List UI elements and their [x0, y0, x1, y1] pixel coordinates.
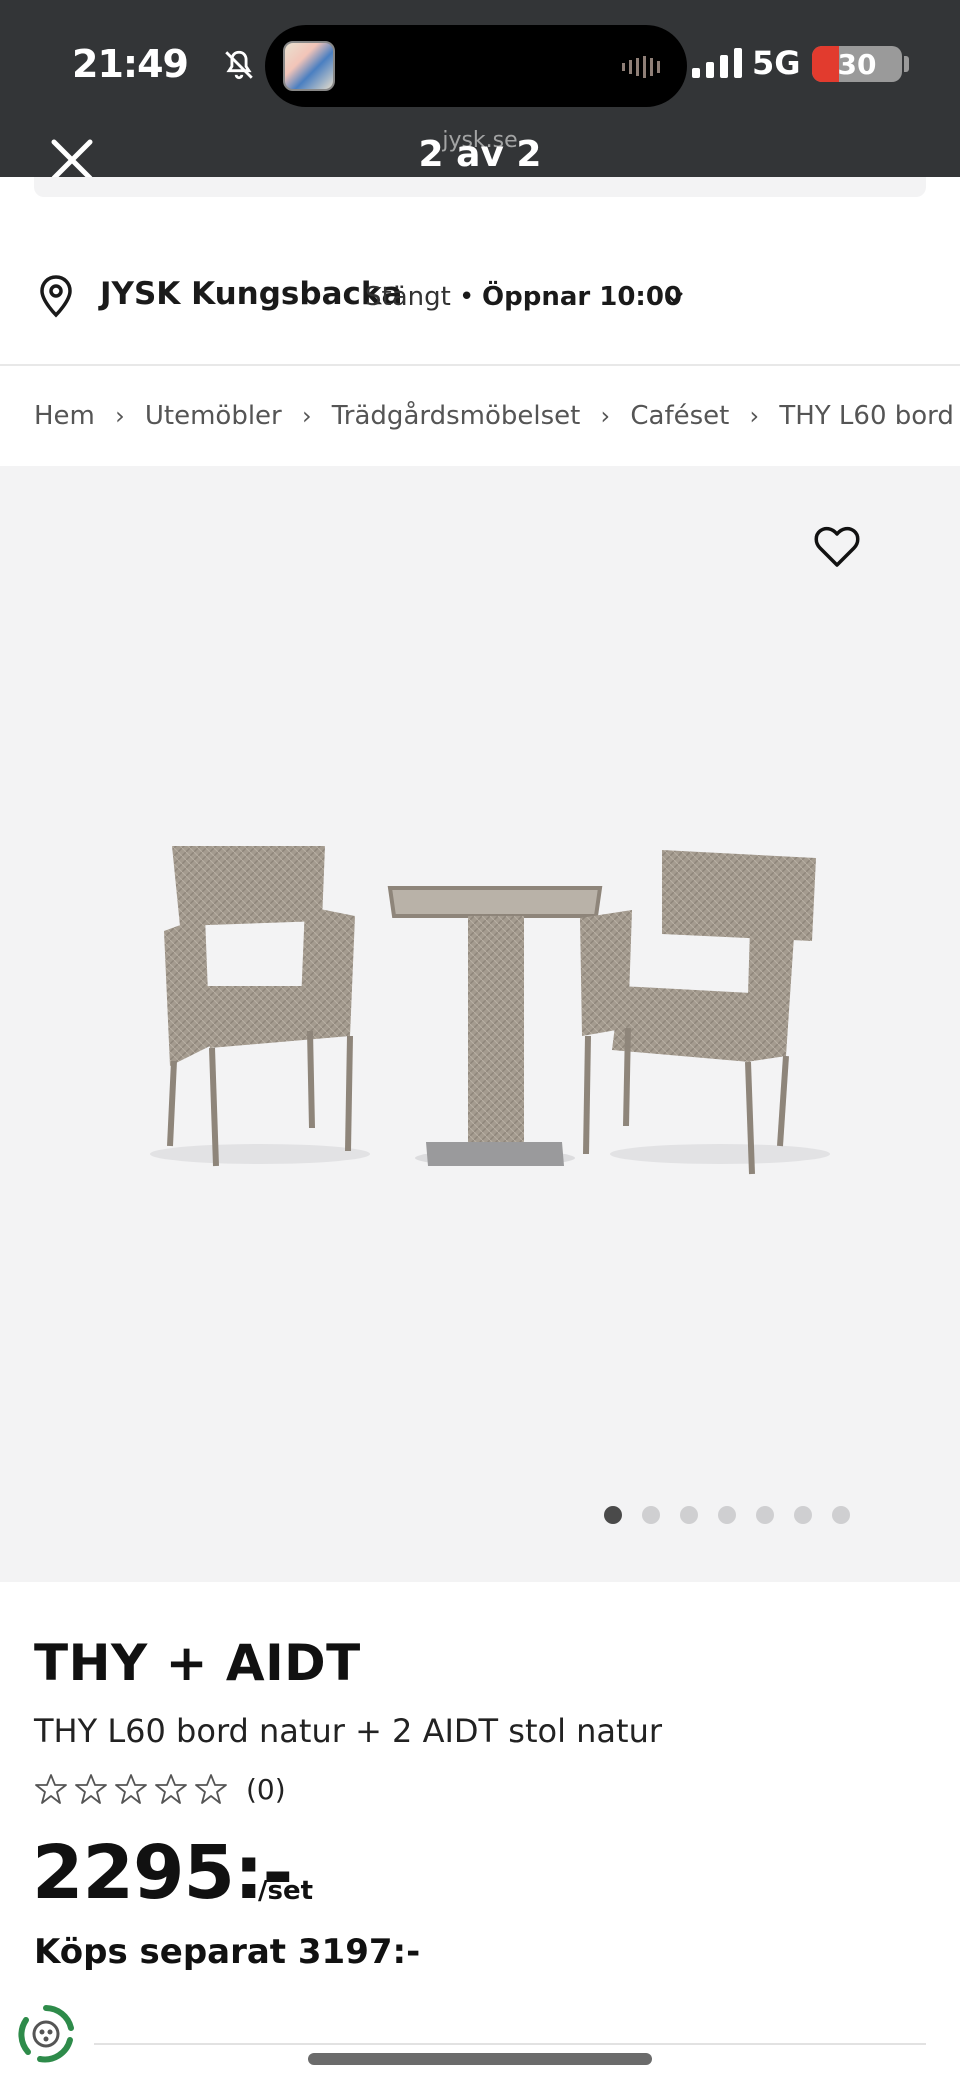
page-counter: 2 av 2	[418, 134, 542, 175]
breadcrumb-separator: ›	[115, 402, 125, 430]
product-gallery[interactable]	[0, 466, 960, 1582]
signal-icon	[692, 48, 742, 78]
star-icon	[115, 1774, 147, 1804]
breadcrumb-item-cafeset[interactable]: Caféset	[630, 401, 729, 431]
star-icon	[155, 1774, 187, 1804]
divider	[94, 2043, 926, 2045]
product-image-cafe-set	[150, 846, 830, 1175]
battery-level: 30	[837, 48, 877, 81]
breadcrumb-item-utemobler[interactable]: Utemöbler	[145, 401, 282, 431]
store-name: JYSK Kungsbacka	[100, 276, 403, 312]
network-label: 5G	[752, 44, 801, 82]
battery-nub	[904, 56, 909, 72]
breadcrumb-separator: ›	[749, 402, 760, 430]
table	[387, 886, 603, 1166]
price-unit: /set	[258, 1876, 314, 1906]
gallery-dot[interactable]	[832, 1506, 850, 1524]
top-bar: 21:49 5G 30 jysk.se 2 av 2	[0, 0, 960, 181]
breadcrumb-item-current[interactable]: THY L60 bord	[779, 401, 954, 431]
store-separator: •	[459, 282, 475, 312]
bell-slash-icon	[225, 50, 253, 80]
chevron-down-icon[interactable]	[663, 290, 685, 304]
star-icon	[195, 1774, 227, 1804]
rating-count: (0)	[246, 1772, 286, 1806]
home-indicator[interactable]	[308, 2053, 652, 2065]
now-playing-artwork	[283, 41, 335, 91]
left-chair	[164, 846, 355, 1167]
store-selector[interactable]: JYSK Kungsbacka Stängt • Öppnar 10:00	[0, 256, 960, 340]
gallery-dot[interactable]	[642, 1506, 660, 1524]
breadcrumb-separator: ›	[301, 402, 312, 430]
gallery-dot[interactable]	[680, 1506, 698, 1524]
location-pin-icon	[40, 275, 72, 318]
audio-wave-icon	[622, 56, 660, 78]
product-price: 2295:-	[32, 1830, 293, 1916]
breadcrumb-item-tradgardsmobelset[interactable]: Trädgårdsmöbelset	[332, 401, 581, 431]
gallery-pagination	[604, 1506, 850, 1524]
right-chair	[580, 850, 816, 1175]
divider	[0, 364, 960, 366]
gallery-dot[interactable]	[718, 1506, 736, 1524]
gallery-dot[interactable]	[756, 1506, 774, 1524]
rating-stars	[34, 1772, 234, 1806]
breadcrumb-separator: ›	[600, 402, 611, 430]
store-opening-time: Öppnar 10:00	[482, 282, 683, 312]
separate-price: Köps separat 3197:-	[34, 1932, 421, 1972]
store-status: Stängt	[365, 282, 451, 312]
status-time: 21:49	[72, 42, 189, 86]
product-rating[interactable]: (0)	[34, 1772, 286, 1806]
eco-recycle-icon[interactable]	[14, 2002, 78, 2066]
product-subtitle: THY L60 bord natur + 2 AIDT stol natur	[34, 1712, 662, 1750]
breadcrumb-item-hem[interactable]: Hem	[34, 401, 95, 431]
heart-icon[interactable]	[812, 524, 862, 570]
breadcrumb: Hem › Utemöbler › Trädgårdsmöbelset › Ca…	[34, 396, 954, 436]
star-icon	[35, 1774, 67, 1804]
battery-icon: 30	[812, 46, 902, 82]
search-bar-edge	[34, 177, 926, 197]
dynamic-island	[265, 25, 687, 107]
gallery-dot[interactable]	[794, 1506, 812, 1524]
star-icon	[75, 1774, 107, 1804]
product-title: THY + AIDT	[34, 1634, 361, 1692]
gallery-dot[interactable]	[604, 1506, 622, 1524]
